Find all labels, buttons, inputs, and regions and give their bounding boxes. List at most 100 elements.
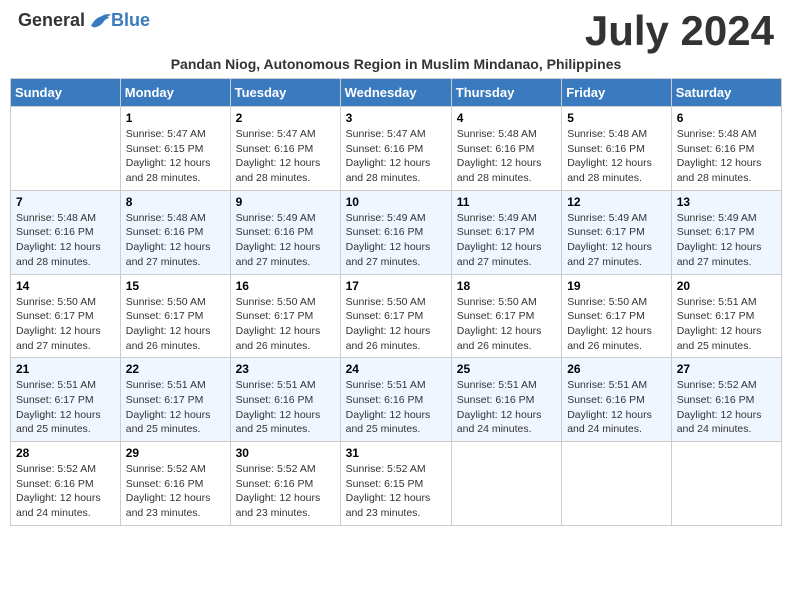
calendar-cell: 15 Sunrise: 5:50 AM Sunset: 6:17 PM Dayli… [120,274,230,358]
day-info: Sunrise: 5:49 AM Sunset: 6:17 PM Dayligh… [567,211,666,270]
day-info: Sunrise: 5:51 AM Sunset: 6:16 PM Dayligh… [457,378,556,437]
day-number: 17 [346,279,446,293]
day-number: 25 [457,362,556,376]
header-cell-friday: Friday [562,79,672,107]
day-number: 18 [457,279,556,293]
day-number: 21 [16,362,115,376]
calendar-cell: 10 Sunrise: 5:49 AM Sunset: 6:16 PM Dayli… [340,190,451,274]
day-number: 9 [236,195,335,209]
day-number: 23 [236,362,335,376]
day-number: 30 [236,446,335,460]
calendar-cell: 24Sunrise: 5:51 AM Sunset: 6:16 PM Dayli… [340,358,451,442]
header-cell-monday: Monday [120,79,230,107]
calendar-cell [671,442,781,526]
calendar-cell [11,107,121,191]
calendar-cell: 5 Sunrise: 5:48 AM Sunset: 6:16 PM Daylig… [562,107,672,191]
calendar-cell: 12 Sunrise: 5:49 AM Sunset: 6:17 PM Dayli… [562,190,672,274]
day-number: 11 [457,195,556,209]
calendar-cell [562,442,672,526]
calendar-table: SundayMondayTuesdayWednesdayThursdayFrid… [10,78,782,526]
logo-bird-icon [87,11,111,31]
calendar-cell: 17 Sunrise: 5:50 AM Sunset: 6:17 PM Dayli… [340,274,451,358]
day-number: 1 [126,111,225,125]
calendar-cell: 6Sunrise: 5:48 AM Sunset: 6:16 PM Daylig… [671,107,781,191]
week-row-2: 7 Sunrise: 5:48 AM Sunset: 6:16 PM Daylig… [11,190,782,274]
day-info: Sunrise: 5:47 AM Sunset: 6:16 PM Dayligh… [236,127,335,186]
calendar-cell: 23 Sunrise: 5:51 AM Sunset: 6:16 PM Dayli… [230,358,340,442]
day-info: Sunrise: 5:51 AM Sunset: 6:16 PM Dayligh… [567,378,666,437]
week-row-3: 14 Sunrise: 5:50 AM Sunset: 6:17 PM Dayli… [11,274,782,358]
day-info: Sunrise: 5:49 AM Sunset: 6:16 PM Dayligh… [346,211,446,270]
calendar-cell: 27 Sunrise: 5:52 AM Sunset: 6:16 PM Dayli… [671,358,781,442]
day-info: Sunrise: 5:52 AM Sunset: 6:15 PM Dayligh… [346,462,446,521]
day-info: Sunrise: 5:52 AM Sunset: 6:16 PM Dayligh… [677,378,776,437]
day-info: Sunrise: 5:50 AM Sunset: 6:17 PM Dayligh… [567,295,666,354]
calendar-cell: 4 Sunrise: 5:48 AM Sunset: 6:16 PM Daylig… [451,107,561,191]
calendar-cell: 26 Sunrise: 5:51 AM Sunset: 6:16 PM Dayli… [562,358,672,442]
day-number: 10 [346,195,446,209]
day-info: Sunrise: 5:50 AM Sunset: 6:17 PM Dayligh… [126,295,225,354]
header-cell-sunday: Sunday [11,79,121,107]
header-row: SundayMondayTuesdayWednesdayThursdayFrid… [11,79,782,107]
week-row-5: 28 Sunrise: 5:52 AM Sunset: 6:16 PM Dayli… [11,442,782,526]
day-info: Sunrise: 5:50 AM Sunset: 6:17 PM Dayligh… [236,295,335,354]
header: General Blue July 2024 [10,10,782,52]
calendar-cell: 16 Sunrise: 5:50 AM Sunset: 6:17 PM Dayli… [230,274,340,358]
day-number: 26 [567,362,666,376]
day-info: Sunrise: 5:48 AM Sunset: 6:16 PM Dayligh… [126,211,225,270]
day-number: 6 [677,111,776,125]
month-title: July 2024 [585,10,774,52]
calendar-cell: 29Sunrise: 5:52 AM Sunset: 6:16 PM Dayli… [120,442,230,526]
day-number: 5 [567,111,666,125]
calendar-cell: 22Sunrise: 5:51 AM Sunset: 6:17 PM Dayli… [120,358,230,442]
day-number: 22 [126,362,225,376]
day-number: 16 [236,279,335,293]
day-number: 7 [16,195,115,209]
calendar-cell [451,442,561,526]
day-number: 19 [567,279,666,293]
day-info: Sunrise: 5:50 AM Sunset: 6:17 PM Dayligh… [457,295,556,354]
calendar-cell: 19 Sunrise: 5:50 AM Sunset: 6:17 PM Dayli… [562,274,672,358]
day-number: 28 [16,446,115,460]
day-number: 13 [677,195,776,209]
day-info: Sunrise: 5:47 AM Sunset: 6:15 PM Dayligh… [126,127,225,186]
calendar-cell: 3 Sunrise: 5:47 AM Sunset: 6:16 PM Daylig… [340,107,451,191]
day-number: 15 [126,279,225,293]
calendar-cell: 11Sunrise: 5:49 AM Sunset: 6:17 PM Dayli… [451,190,561,274]
day-info: Sunrise: 5:47 AM Sunset: 6:16 PM Dayligh… [346,127,446,186]
calendar-cell: 7Sunrise: 5:48 AM Sunset: 6:16 PM Daylig… [11,190,121,274]
calendar-cell: 18 Sunrise: 5:50 AM Sunset: 6:17 PM Dayli… [451,274,561,358]
calendar-cell: 30 Sunrise: 5:52 AM Sunset: 6:16 PM Dayli… [230,442,340,526]
day-info: Sunrise: 5:51 AM Sunset: 6:17 PM Dayligh… [677,295,776,354]
day-info: Sunrise: 5:52 AM Sunset: 6:16 PM Dayligh… [126,462,225,521]
day-info: Sunrise: 5:49 AM Sunset: 6:16 PM Dayligh… [236,211,335,270]
header-cell-saturday: Saturday [671,79,781,107]
logo-blue-text: Blue [111,10,150,31]
day-info: Sunrise: 5:49 AM Sunset: 6:17 PM Dayligh… [677,211,776,270]
day-info: Sunrise: 5:50 AM Sunset: 6:17 PM Dayligh… [346,295,446,354]
day-info: Sunrise: 5:51 AM Sunset: 6:17 PM Dayligh… [16,378,115,437]
day-info: Sunrise: 5:51 AM Sunset: 6:16 PM Dayligh… [236,378,335,437]
day-info: Sunrise: 5:48 AM Sunset: 6:16 PM Dayligh… [567,127,666,186]
day-number: 31 [346,446,446,460]
day-number: 12 [567,195,666,209]
calendar-cell: 25 Sunrise: 5:51 AM Sunset: 6:16 PM Dayli… [451,358,561,442]
day-number: 14 [16,279,115,293]
day-number: 27 [677,362,776,376]
day-number: 24 [346,362,446,376]
day-info: Sunrise: 5:48 AM Sunset: 6:16 PM Dayligh… [457,127,556,186]
calendar-cell: 31 Sunrise: 5:52 AM Sunset: 6:15 PM Dayli… [340,442,451,526]
day-info: Sunrise: 5:50 AM Sunset: 6:17 PM Dayligh… [16,295,115,354]
day-info: Sunrise: 5:52 AM Sunset: 6:16 PM Dayligh… [236,462,335,521]
calendar-cell: 28 Sunrise: 5:52 AM Sunset: 6:16 PM Dayli… [11,442,121,526]
calendar-cell: 21 Sunrise: 5:51 AM Sunset: 6:17 PM Dayli… [11,358,121,442]
calendar-cell: 2Sunrise: 5:47 AM Sunset: 6:16 PM Daylig… [230,107,340,191]
week-row-1: 1 Sunrise: 5:47 AM Sunset: 6:15 PM Daylig… [11,107,782,191]
day-number: 4 [457,111,556,125]
calendar-cell: 20Sunrise: 5:51 AM Sunset: 6:17 PM Dayli… [671,274,781,358]
calendar-subtitle: Pandan Niog, Autonomous Region in Muslim… [10,56,782,72]
logo-general-text: General [18,10,85,31]
day-info: Sunrise: 5:52 AM Sunset: 6:16 PM Dayligh… [16,462,115,521]
header-cell-tuesday: Tuesday [230,79,340,107]
day-number: 3 [346,111,446,125]
